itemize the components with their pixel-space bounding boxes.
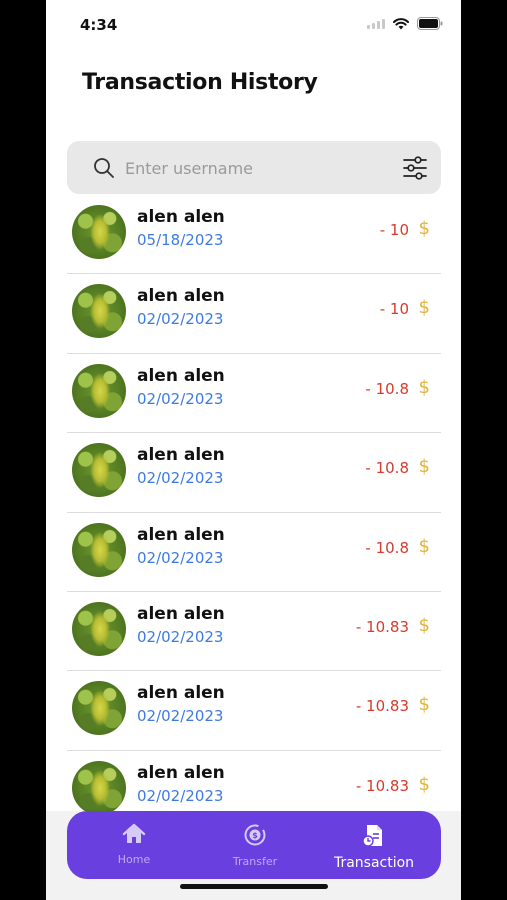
transaction-name: alen alen <box>137 683 225 704</box>
tab-home-label: Home <box>117 853 151 866</box>
transaction-row[interactable]: alen alen 02/02/2023 - 10.83 $ <box>67 592 441 672</box>
transaction-amount: - 10 <box>379 300 409 319</box>
transaction-amount: - 10.83 <box>355 697 409 716</box>
transaction-row[interactable]: alen alen 02/02/2023 - 10.83 $ <box>67 671 441 751</box>
dollar-icon: $ <box>418 297 430 319</box>
dollar-icon: $ <box>418 694 430 716</box>
avatar <box>72 443 126 498</box>
transaction-date: 02/02/2023 <box>137 310 224 329</box>
transaction-row[interactable]: alen alen 02/02/2023 - 10 $ <box>67 274 441 354</box>
wifi-icon <box>393 17 409 30</box>
transfer-icon: $ <box>243 823 267 851</box>
transaction-date: 02/02/2023 <box>137 469 224 488</box>
tab-transaction-label: Transaction <box>333 855 415 871</box>
dollar-icon: $ <box>418 456 430 478</box>
transaction-name: alen alen <box>137 365 225 386</box>
transaction-date: 02/02/2023 <box>137 707 224 726</box>
transaction-row[interactable]: alen alen 02/02/2023 - 10.8 $ <box>67 354 441 434</box>
avatar <box>72 363 126 418</box>
transaction-amount: - 10.8 <box>365 379 409 398</box>
home-icon <box>122 823 146 849</box>
tab-transfer[interactable]: $ Transfer <box>225 811 285 879</box>
search-bar[interactable] <box>67 141 441 194</box>
tab-transfer-label: Transfer <box>232 855 278 868</box>
transaction-date: 05/18/2023 <box>137 231 224 249</box>
transaction-list: alen alen 05/18/2023 - 10 $ alen alen 02… <box>67 195 441 813</box>
avatar <box>72 522 126 577</box>
filter-icon[interactable] <box>402 155 428 185</box>
tab-bar: Home $ Transfer Transaction <box>67 811 441 879</box>
transaction-amount: - 10.83 <box>355 776 409 795</box>
avatar <box>72 284 126 339</box>
search-input[interactable] <box>125 155 375 181</box>
transaction-amount: - 10.8 <box>365 459 409 478</box>
status-icons <box>367 17 443 30</box>
page-title: Transaction History <box>82 70 318 95</box>
status-bar: 4:34 <box>46 0 461 50</box>
status-time: 4:34 <box>80 16 118 34</box>
avatar <box>72 205 126 259</box>
transaction-date: 02/02/2023 <box>137 627 224 646</box>
transaction-row[interactable]: alen alen 02/02/2023 - 10.8 $ <box>67 513 441 592</box>
dollar-icon: $ <box>418 773 430 795</box>
avatar <box>72 601 126 656</box>
transaction-date: 02/02/2023 <box>137 786 224 805</box>
dollar-icon: $ <box>418 535 430 557</box>
transaction-name: alen alen <box>137 762 225 783</box>
dollar-icon: $ <box>418 376 430 398</box>
transaction-name: alen alen <box>137 603 225 624</box>
transaction-name: alen alen <box>137 445 225 466</box>
transaction-name: alen alen <box>137 286 225 307</box>
transaction-row[interactable]: alen alen 02/02/2023 - 10.83 $ <box>67 751 441 813</box>
transaction-amount: - 10.8 <box>365 538 409 557</box>
app-screen: 4:34 Transaction History Enter username … <box>46 0 461 900</box>
svg-text:$: $ <box>252 831 258 840</box>
avatar <box>72 681 126 736</box>
transaction-amount: - 10.83 <box>355 617 409 636</box>
transaction-amount: - 10 <box>379 221 409 239</box>
transaction-date: 02/02/2023 <box>137 548 224 567</box>
transaction-icon <box>361 823 387 853</box>
search-icon <box>93 157 115 183</box>
tab-transaction[interactable]: Transaction <box>329 811 419 879</box>
transaction-row[interactable]: alen alen 05/18/2023 - 10 $ <box>67 195 441 275</box>
avatar <box>72 760 126 813</box>
transaction-row[interactable]: alen alen 02/02/2023 - 10.8 $ <box>67 433 441 513</box>
signal-icon <box>367 18 385 29</box>
transaction-name: alen alen <box>137 207 225 227</box>
battery-icon <box>417 17 443 30</box>
tab-home[interactable]: Home <box>105 811 163 879</box>
transaction-name: alen alen <box>137 524 225 545</box>
transaction-date: 02/02/2023 <box>137 389 224 408</box>
dollar-icon: $ <box>418 218 430 239</box>
home-indicator <box>180 884 328 889</box>
dollar-icon: $ <box>418 614 430 636</box>
